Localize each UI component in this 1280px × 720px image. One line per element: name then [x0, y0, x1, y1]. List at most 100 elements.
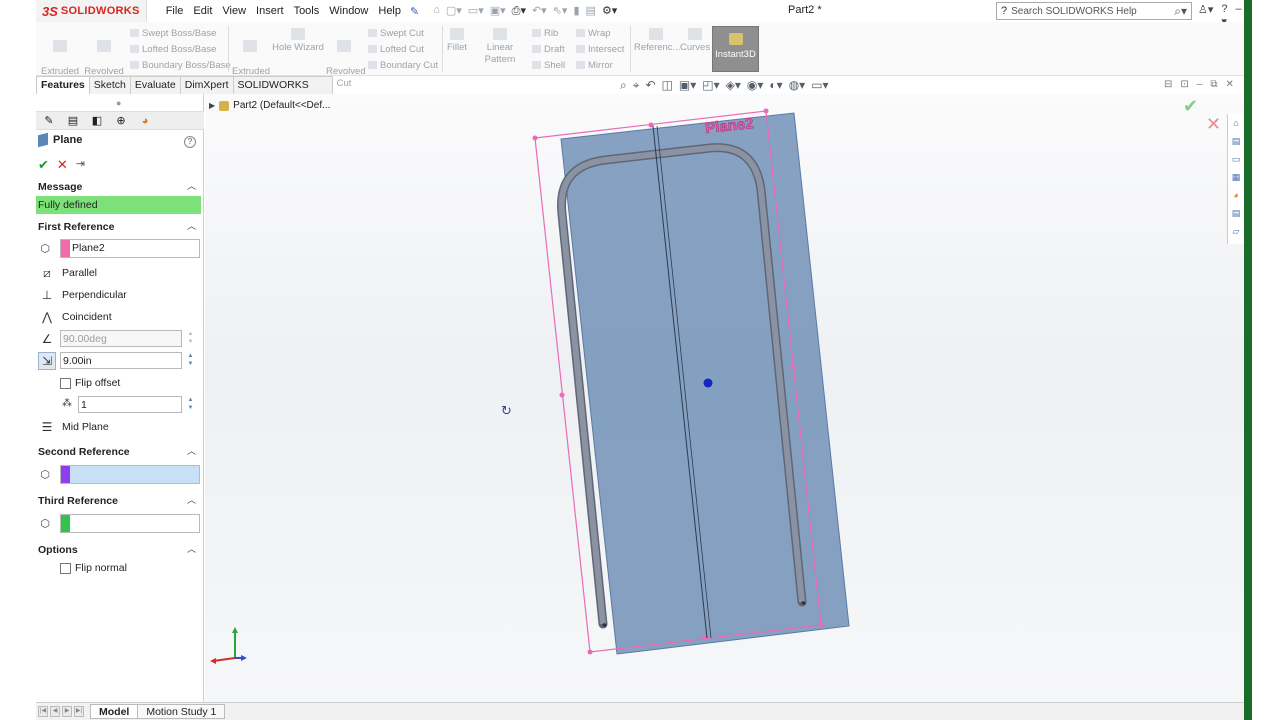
cascade-icon[interactable]: ⊡ — [1180, 79, 1188, 90]
keep-visible-icon[interactable]: ⇥ — [76, 157, 85, 173]
menu-edit[interactable]: Edit — [188, 5, 217, 17]
coincident-option[interactable]: ⋀ Coincident — [38, 307, 112, 327]
cancel-x-icon[interactable]: ✕ — [57, 157, 68, 173]
file-explorer-icon[interactable]: ▭ — [1230, 154, 1242, 165]
help-icon[interactable]: ? — [184, 136, 196, 148]
options-header[interactable]: Options ︿ — [36, 541, 202, 559]
search-icon[interactable]: ⌕▾ — [1174, 4, 1187, 19]
perpendicular-option[interactable]: ⊥ Perpendicular — [38, 285, 127, 305]
options-gear-icon[interactable]: ⚙▾ — [602, 4, 617, 18]
apply-scene-icon[interactable]: ◍▾ — [789, 78, 806, 93]
instant3d-button[interactable]: Instant3D — [712, 26, 759, 72]
solidworks-resources-icon[interactable]: ⌂ — [1230, 118, 1242, 129]
section-view-icon[interactable]: ◫ — [662, 78, 673, 93]
forum-icon[interactable]: ▱ — [1230, 226, 1242, 237]
instances-spinner[interactable]: ▲ ▼ — [185, 396, 196, 413]
design-library-icon[interactable]: ▤ — [1230, 136, 1242, 147]
boundary-boss-button[interactable]: Boundary Boss/Base — [130, 60, 231, 71]
third-reference-field[interactable] — [60, 513, 200, 533]
boundary-cut-button[interactable]: Boundary Cut — [368, 60, 438, 71]
collapse-icon[interactable]: ︿ — [187, 542, 196, 555]
angle-input[interactable]: 90.00deg — [60, 330, 182, 347]
menu-help[interactable]: Help — [373, 5, 406, 17]
flip-normal-box[interactable] — [60, 562, 71, 574]
dynamic-annotation-icon[interactable]: ▣▾ — [679, 78, 696, 93]
flip-normal-checkbox[interactable]: Flip normal — [60, 562, 127, 574]
confirm-ok-icon[interactable]: ✔ — [1183, 96, 1198, 117]
offset-distance-input[interactable]: 9.00in — [60, 352, 182, 369]
linear-pattern-button[interactable]: Linear Pattern — [472, 28, 528, 66]
draft-button[interactable]: Draft — [532, 44, 565, 55]
first-tab-arrow-icon[interactable]: |◀ — [38, 706, 48, 717]
collapse-icon[interactable]: ︿ — [187, 493, 196, 506]
next-tab-arrow-icon[interactable]: ▶ — [62, 706, 72, 717]
intersect-button[interactable]: Intersect — [576, 44, 624, 55]
undo-icon[interactable]: ↶▾ — [532, 4, 547, 18]
zoom-to-area-icon[interactable]: ⌖ — [633, 78, 640, 93]
file-properties-icon[interactable]: ▤ — [586, 4, 596, 18]
open-icon[interactable]: ▭▾ — [468, 4, 484, 18]
second-reference-field[interactable] — [60, 464, 200, 484]
menu-view[interactable]: View — [217, 5, 251, 17]
display-style-icon[interactable]: ◈▾ — [726, 78, 741, 93]
tab-motion-study-1[interactable]: Motion Study 1 — [137, 704, 226, 719]
last-tab-arrow-icon[interactable]: ▶| — [74, 706, 84, 717]
tab-evaluate[interactable]: Evaluate — [129, 76, 181, 94]
shell-button[interactable]: Shell — [532, 60, 565, 71]
tab-sketch[interactable]: Sketch — [88, 76, 131, 94]
instances-input[interactable]: 1 — [78, 396, 182, 413]
swept-boss-button[interactable]: Swept Boss/Base — [130, 28, 216, 39]
view-settings-icon[interactable]: ▭▾ — [811, 78, 828, 93]
confirm-cancel-icon[interactable]: ✕ — [1206, 114, 1221, 135]
previous-view-icon[interactable]: ↶ — [646, 78, 656, 93]
first-reference-header[interactable]: First Reference ︿ — [36, 218, 202, 236]
graphics-area[interactable]: ▶ Part2 (Default<<Def... Plane2 ↻ ✔ ✕ ⌂ … — [205, 94, 1244, 702]
menu-window[interactable]: Window — [324, 5, 373, 17]
panel-splitter-handle[interactable]: ● — [116, 98, 121, 108]
rib-button[interactable]: Rib — [532, 28, 558, 39]
menu-insert[interactable]: Insert — [251, 5, 289, 17]
lofted-cut-button[interactable]: Lofted Cut — [368, 44, 424, 55]
home-icon[interactable]: ⌂ — [433, 4, 440, 18]
tile-icon[interactable]: ⊟ — [1164, 79, 1172, 90]
new-document-icon[interactable]: ▢▾ — [446, 4, 462, 18]
zoom-to-fit-icon[interactable]: ⌕ — [620, 78, 627, 93]
solidworks-logo[interactable]: 3S SOLIDWORKS — [36, 0, 147, 22]
view-palette-icon[interactable]: ▦ — [1230, 172, 1242, 183]
reference-geometry-button[interactable]: Referenc... — [634, 28, 680, 54]
hole-wizard-button[interactable]: Hole Wizard — [272, 28, 324, 54]
swept-cut-button[interactable]: Swept Cut — [368, 28, 424, 39]
fillet-button[interactable]: Fillet — [444, 28, 470, 54]
angle-spinner[interactable]: ▲ ▼ — [185, 330, 196, 347]
third-reference-header[interactable]: Third Reference ︿ — [36, 492, 202, 510]
second-reference-header[interactable]: Second Reference ︿ — [36, 443, 202, 461]
menu-tools[interactable]: Tools — [289, 5, 325, 17]
mid-plane-option[interactable]: ☰ Mid Plane — [38, 417, 109, 437]
doc-close-icon[interactable]: ✕ — [1225, 79, 1233, 90]
print-icon[interactable]: ⎙▾ — [512, 4, 526, 18]
offset-distance-option[interactable]: ⇲ — [38, 351, 62, 371]
tab-model[interactable]: Model — [90, 704, 139, 719]
doc-restore-icon[interactable]: ⧉ — [1210, 79, 1217, 90]
save-icon[interactable]: ▣▾ — [490, 4, 506, 18]
collapse-icon[interactable]: ︿ — [187, 219, 196, 232]
model-canvas[interactable]: Plane2 — [205, 94, 1244, 702]
menu-file[interactable]: File — [161, 5, 189, 17]
tab-features[interactable]: Features — [36, 76, 90, 94]
tab-solidworks-add-ins[interactable]: SOLIDWORKS Add-Ins — [232, 76, 333, 108]
tab-dimxpert[interactable]: DimXpert — [179, 76, 234, 94]
collapse-icon[interactable]: ︿ — [187, 179, 196, 192]
help-search-box[interactable]: ? Search SOLIDWORKS Help ⌕▾ — [996, 2, 1192, 20]
lofted-boss-button[interactable]: Lofted Boss/Base — [130, 44, 216, 55]
display-manager-tab-icon[interactable]: ◕ — [134, 112, 156, 129]
property-manager-tab-icon[interactable]: ▤ — [62, 112, 84, 129]
pin-menu-icon[interactable]: ✎ — [410, 5, 419, 18]
curves-button[interactable]: Curves — [680, 28, 710, 54]
custom-properties-icon[interactable]: ▤ — [1230, 208, 1242, 219]
flip-offset-box[interactable] — [60, 377, 71, 389]
appearances-icon[interactable]: ◕ — [1230, 190, 1242, 201]
wrap-button[interactable]: Wrap — [576, 28, 611, 39]
origin-point[interactable] — [703, 378, 713, 388]
first-reference-field[interactable]: Plane2 — [60, 238, 200, 258]
doc-minimize-icon[interactable]: – — [1197, 79, 1203, 90]
